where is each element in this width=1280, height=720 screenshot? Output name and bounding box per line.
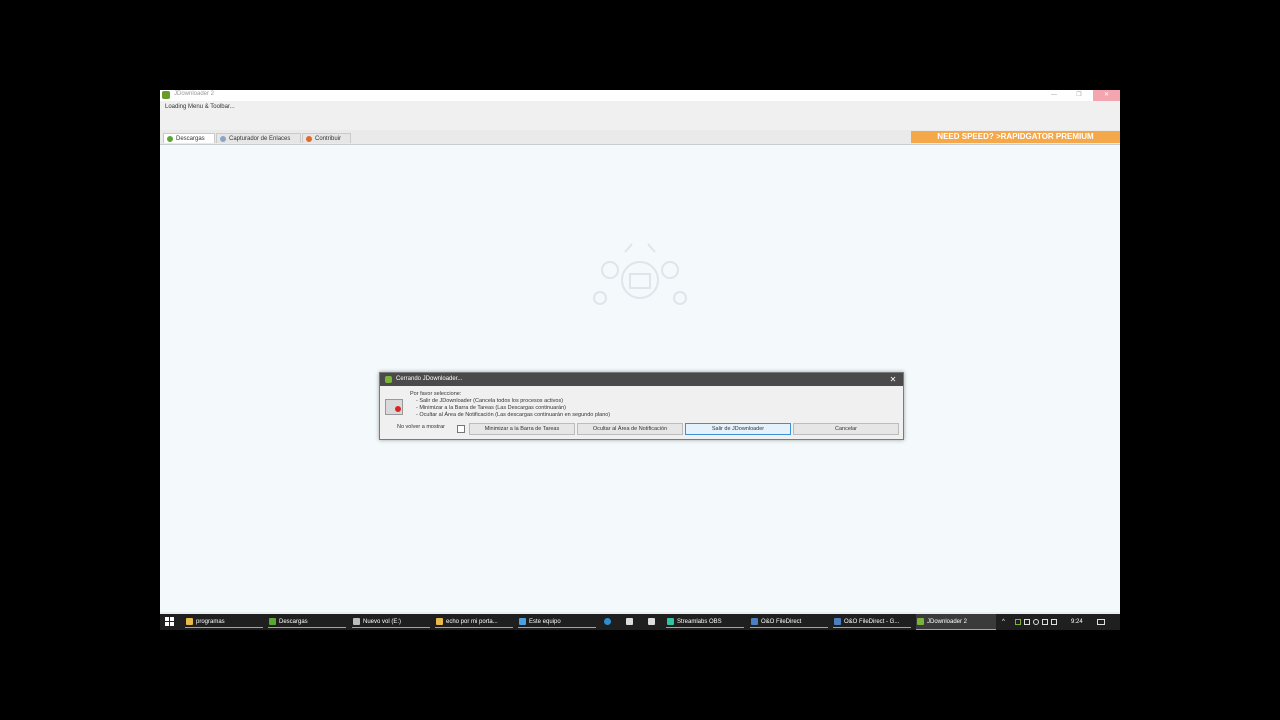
taskbar-running-indicator bbox=[352, 627, 430, 628]
taskbar-running-indicator bbox=[833, 627, 911, 628]
taskbar-running-indicator bbox=[435, 627, 513, 628]
taskbar-item-label: O&O FileDirect bbox=[761, 619, 802, 625]
premium-banner[interactable]: NEED SPEED? >RAPIDGATOR PREMIUM bbox=[911, 131, 1120, 143]
camera-icon bbox=[648, 618, 655, 625]
edge-icon[interactable] bbox=[603, 614, 615, 630]
folder-icon bbox=[436, 618, 443, 625]
link-grabber-icon bbox=[220, 136, 226, 142]
exit-warning-icon bbox=[385, 399, 403, 415]
volume-icon[interactable] bbox=[1051, 619, 1057, 625]
close-window-button[interactable]: ✕ bbox=[1093, 90, 1120, 101]
jdownloader-icon bbox=[162, 91, 170, 99]
taskbar-running-indicator bbox=[268, 627, 346, 628]
taskbar-running-indicator bbox=[750, 627, 828, 628]
tab-contribuir[interactable]: Contribuir bbox=[302, 133, 351, 143]
taskbar-item-label: JDownloader 2 bbox=[927, 619, 968, 625]
jdownloader-watermark-icon bbox=[593, 243, 687, 305]
download-icon bbox=[269, 618, 276, 625]
minimize-window-button[interactable]: — bbox=[1046, 90, 1062, 101]
jdownloader-icon bbox=[917, 618, 924, 625]
main-tabs: Descargas Capturador de Enlaces Contribu… bbox=[160, 130, 1120, 145]
window-titlebar[interactable]: JDownloader 2 — ❐ ✕ bbox=[160, 90, 1120, 101]
taskbar-item-label: O&O FileDirect - G... bbox=[844, 619, 900, 625]
dialog-titlebar[interactable]: Cerrando JDownloader... ✕ bbox=[380, 373, 903, 386]
taskbar-item-label: Este equipo bbox=[529, 619, 561, 625]
exit-jdownloader-button[interactable]: Salir de JDownloader bbox=[685, 423, 791, 435]
streamlabs-icon bbox=[667, 618, 674, 625]
mail-icon[interactable] bbox=[625, 614, 637, 630]
tab-label: Capturador de Enlaces bbox=[229, 136, 291, 142]
taskbar-item-label: programas bbox=[196, 619, 225, 625]
camera-icon[interactable] bbox=[647, 614, 659, 630]
tray-chevron-up-icon[interactable]: ^ bbox=[1002, 614, 1005, 630]
dialog-close-button[interactable]: ✕ bbox=[887, 374, 899, 385]
taskbar-running-indicator bbox=[518, 627, 596, 628]
dialog-title: Cerrando JDownloader... bbox=[396, 376, 463, 382]
windows-start-icon[interactable] bbox=[165, 617, 175, 627]
maximize-window-button[interactable]: ❐ bbox=[1071, 90, 1087, 101]
folder-icon bbox=[186, 618, 193, 625]
minimize-to-taskbar-button[interactable]: Minimizar a la Barra de Tareas bbox=[469, 423, 575, 435]
jdownloader-icon bbox=[385, 376, 392, 383]
downloads-workspace: Cerrando JDownloader... ✕ Por favor sele… bbox=[160, 145, 1120, 612]
tab-descargas[interactable]: Descargas bbox=[163, 133, 215, 143]
notification-icon[interactable] bbox=[1097, 619, 1105, 625]
dont-show-again-checkbox[interactable] bbox=[457, 425, 465, 433]
microphone-icon[interactable] bbox=[1033, 619, 1039, 625]
drive-icon bbox=[353, 618, 360, 625]
dialog-message-line: Por favor seleccione: bbox=[410, 391, 462, 397]
loading-status: Loading Menu & Toolbar... bbox=[165, 104, 235, 110]
tab-capturador-de-enlaces[interactable]: Capturador de Enlaces bbox=[216, 133, 301, 143]
tab-label: Descargas bbox=[176, 136, 205, 142]
edge-icon bbox=[604, 618, 611, 625]
taskbar-item-jdownloader[interactable]: JDownloader 2 bbox=[916, 614, 996, 630]
taskbar-item-label: Nuevo vol (E:) bbox=[363, 619, 402, 625]
taskbar-item-label: echo por mi porta... bbox=[446, 619, 498, 625]
hide-to-tray-button[interactable]: Ocultar al Área de Notificación bbox=[577, 423, 683, 435]
screen: JDownloader 2 — ❐ ✕ Loading Menu & Toolb… bbox=[160, 90, 1120, 630]
taskbar-item-label: Streamlabs OBS bbox=[677, 619, 722, 625]
taskbar-running-indicator bbox=[666, 627, 744, 628]
window-title: JDownloader 2 bbox=[174, 91, 215, 97]
dialog-message-line: - Minimizar a la Barra de Tareas (Las De… bbox=[416, 405, 566, 411]
clock[interactable]: 9:24 bbox=[1071, 614, 1083, 630]
filedirect-icon bbox=[834, 618, 841, 625]
dialog-message-line: - Ocultar al Área de Notificación (Las d… bbox=[416, 412, 611, 418]
dont-show-again-label: No volver a mostrar bbox=[397, 424, 445, 430]
network-icon[interactable] bbox=[1042, 619, 1048, 625]
jdownloader-tray-icon[interactable] bbox=[1015, 619, 1021, 625]
taskbar-item-label: Descargas bbox=[279, 619, 308, 625]
windows-taskbar: programas Descargas Nuevo vol (E:) echo … bbox=[160, 614, 1120, 630]
filedirect-icon bbox=[751, 618, 758, 625]
cancel-button[interactable]: Cancelar bbox=[793, 423, 899, 435]
heart-icon bbox=[306, 136, 312, 142]
closing-dialog: Cerrando JDownloader... ✕ Por favor sele… bbox=[379, 372, 904, 440]
tab-label: Contribuir bbox=[315, 136, 342, 142]
mail-icon bbox=[626, 618, 633, 625]
computer-icon bbox=[519, 618, 526, 625]
menu-toolbar-area: Loading Menu & Toolbar... bbox=[160, 101, 1120, 130]
download-icon bbox=[167, 136, 173, 142]
taskbar-running-indicator bbox=[185, 627, 263, 628]
usb-icon[interactable] bbox=[1024, 619, 1030, 625]
dialog-message-line: - Salir de JDownloader (Cancela todos lo… bbox=[416, 398, 564, 404]
